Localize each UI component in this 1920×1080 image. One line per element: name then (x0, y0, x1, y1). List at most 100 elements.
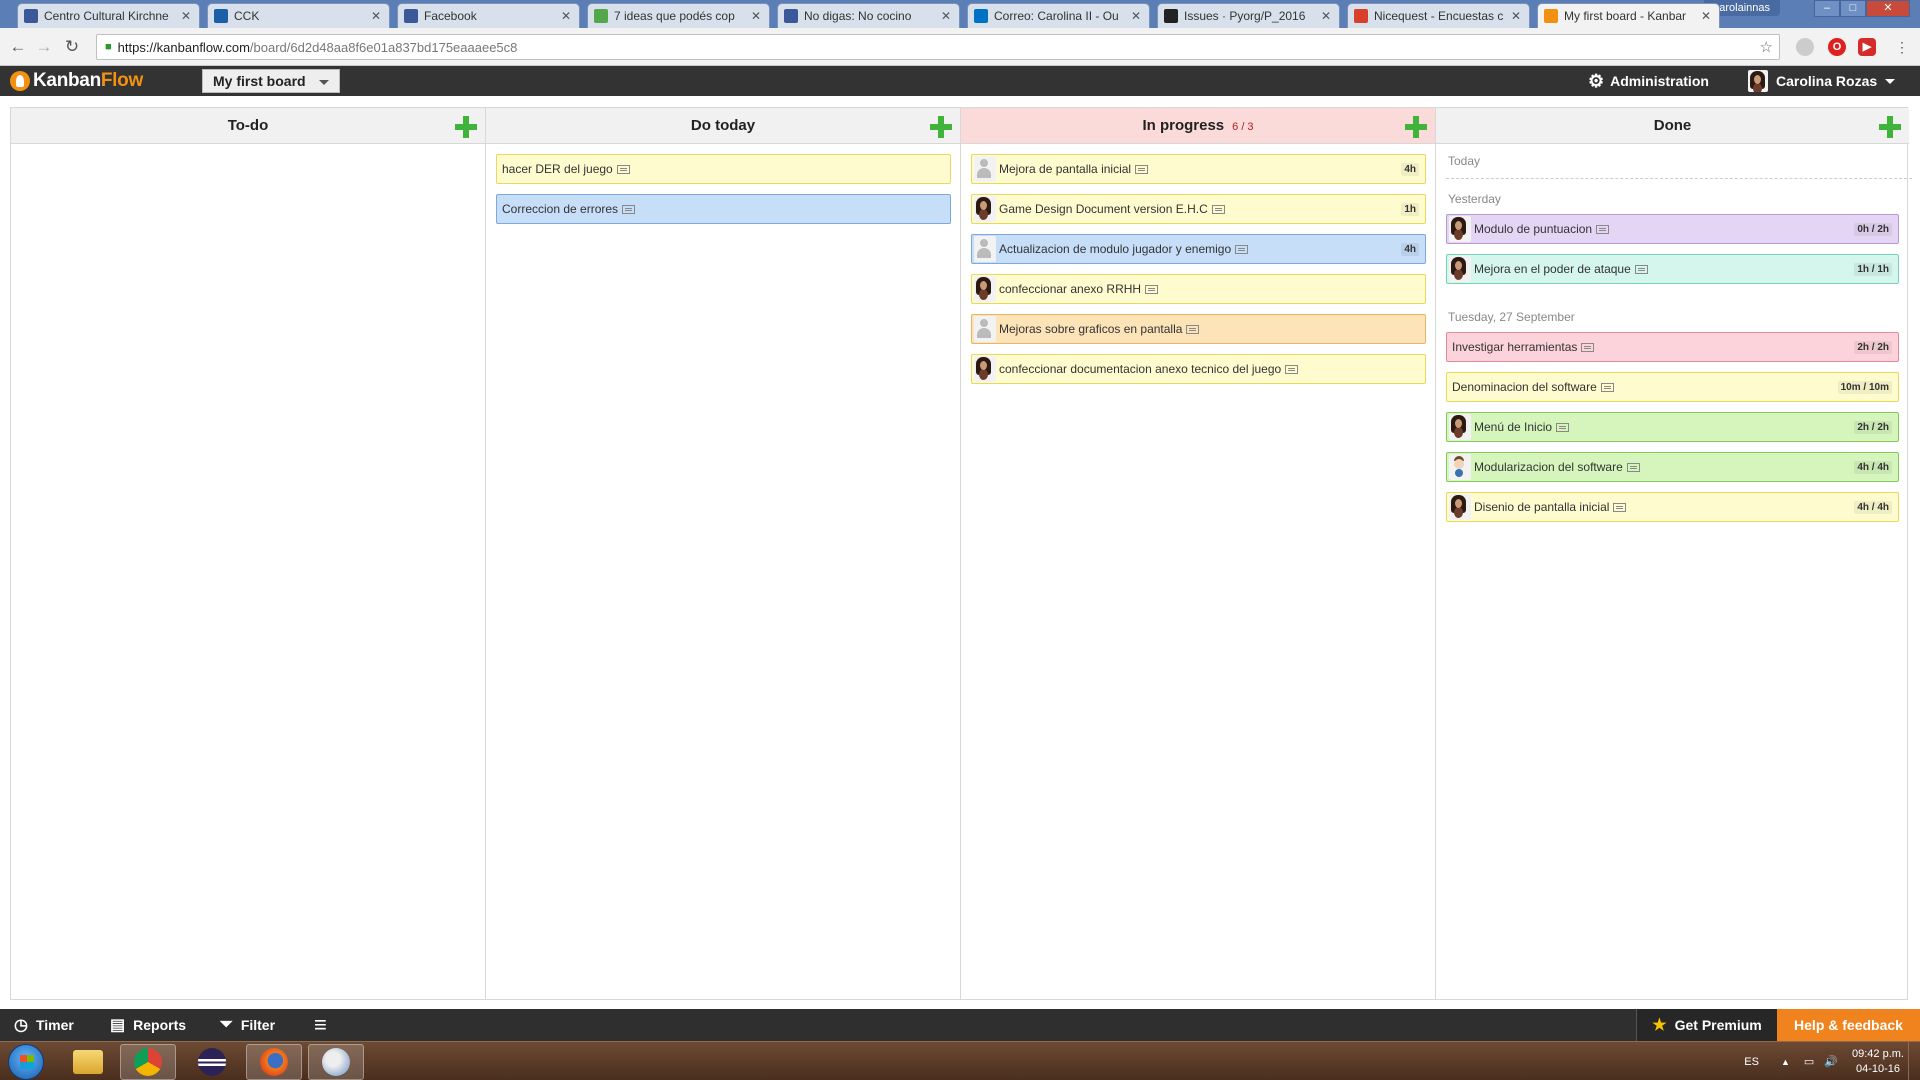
task-card[interactable]: Menú de Inicio 2h / 2h (1446, 412, 1899, 442)
column-header: To-do (11, 108, 485, 144)
task-assignee-avatar (974, 236, 996, 262)
administration-label: Administration (1610, 73, 1709, 89)
browser-tab-title: Issues · Pyorg/P_2016 (1184, 9, 1306, 23)
browser-tab[interactable]: No digas: No cocino ✕ (777, 3, 960, 28)
task-name: Denominacion del software (1452, 380, 1597, 394)
task-card[interactable]: Correccion de errores (496, 194, 951, 224)
github-icon (1164, 9, 1178, 23)
close-window-button[interactable]: ✕ (1866, 0, 1910, 17)
close-tab-icon[interactable]: ✕ (749, 9, 763, 23)
kanban-board: To-do Do today hacer DER del juego Correc… (10, 107, 1912, 1000)
language-indicator[interactable]: ES (1744, 1056, 1759, 1068)
cloud-extension-icon[interactable] (1796, 38, 1814, 56)
document-icon (594, 9, 608, 23)
task-card[interactable]: Mejora de pantalla inicial 4h (971, 154, 1426, 184)
windows-taskbar: ES ▲ ▭ 🔊 09:42 p.m. 04-10-16 (0, 1041, 1920, 1080)
task-time-estimate: 4h (1401, 163, 1419, 176)
star-icon: ★ (1652, 1017, 1667, 1034)
eclipse-taskbar-icon[interactable] (184, 1044, 240, 1080)
system-tray: ES ▲ ▭ 🔊 09:42 p.m. 04-10-16 (1744, 1042, 1904, 1080)
timer-button[interactable]: ◷ Timer (14, 1009, 74, 1041)
back-arrow-icon[interactable]: ← (8, 37, 28, 57)
task-description-icon (1613, 502, 1627, 512)
task-assignee-avatar (1449, 454, 1471, 480)
task-name: Actualizacion de modulo jugador y enemig… (999, 242, 1232, 256)
task-card[interactable]: Modularizacion del software 4h / 4h (1446, 452, 1899, 482)
kanbanflow-flame-icon (10, 71, 30, 91)
task-card[interactable]: confeccionar anexo RRHH (971, 274, 1426, 304)
reports-button[interactable]: ▤ Reports (110, 1009, 186, 1041)
task-card[interactable]: Mejora en el poder de ataque 1h / 1h (1446, 254, 1899, 284)
task-card[interactable]: confeccionar documentacion anexo tecnico… (971, 354, 1426, 384)
browser-tab[interactable]: Centro Cultural Kirchne ✕ (17, 3, 200, 28)
task-card[interactable]: Actualizacion de modulo jugador y enemig… (971, 234, 1426, 264)
close-tab-icon[interactable]: ✕ (1129, 9, 1143, 23)
board-selector[interactable]: My first board (202, 69, 340, 93)
close-tab-icon[interactable]: ✕ (559, 9, 573, 23)
kanbanflow-logo[interactable]: Kanban Flow (10, 70, 143, 92)
task-card[interactable]: hacer DER del juego (496, 154, 951, 184)
close-tab-icon[interactable]: ✕ (1699, 9, 1713, 23)
paint-taskbar-icon[interactable] (308, 1044, 364, 1080)
close-tab-icon[interactable]: ✕ (1319, 9, 1333, 23)
task-card[interactable]: Mejoras sobre graficos en pantalla (971, 314, 1426, 344)
close-tab-icon[interactable]: ✕ (939, 9, 953, 23)
task-assignee-avatar (974, 196, 996, 222)
network-icon[interactable]: ▭ (1804, 1055, 1814, 1068)
timer-label: Timer (35, 1017, 74, 1033)
browser-tab-title: CCK (234, 9, 260, 23)
task-description-icon (1186, 324, 1200, 334)
lock-icon: ■ (105, 41, 112, 53)
address-bar[interactable]: ■ https://kanbanflow.com/board/6d2d48aa8… (96, 34, 1780, 60)
filter-button[interactable]: ⏷ Filter (220, 1009, 275, 1041)
maximize-window-button[interactable]: □ (1840, 0, 1866, 17)
url-path: /board/6d2d48aa8f6e01a837bd175eaaaee5c8 (249, 39, 518, 55)
opera-extension-icon[interactable]: O (1828, 38, 1846, 56)
show-desktop-button[interactable] (1908, 1042, 1920, 1080)
reload-icon[interactable]: ↻ (62, 37, 82, 57)
bookmark-star-icon[interactable]: ☆ (1760, 38, 1773, 56)
add-task-plus-icon[interactable] (455, 116, 477, 138)
browser-tab[interactable]: Facebook ✕ (397, 3, 580, 28)
chrome-taskbar-icon[interactable] (120, 1044, 176, 1080)
task-card[interactable]: Game Design Document version E.H.C 1h (971, 194, 1426, 224)
windows-start-button[interactable] (8, 1044, 44, 1080)
browser-tab[interactable]: My first board - Kanbar ✕ (1537, 3, 1720, 28)
show-hidden-icons-icon[interactable]: ▲ (1781, 1057, 1790, 1067)
file-explorer-taskbar-icon[interactable] (60, 1044, 116, 1080)
column-done: Done Today Yesterday Modulo de puntuacion 0… (1436, 108, 1912, 999)
column-do-today: Do today hacer DER del juego Correccion d… (486, 108, 961, 999)
browser-tab-title: My first board - Kanbar (1564, 9, 1687, 23)
hamburger-menu-icon[interactable]: ≡ (314, 1009, 327, 1041)
minimize-window-button[interactable]: – (1814, 0, 1840, 17)
close-tab-icon[interactable]: ✕ (179, 9, 193, 23)
task-name: Game Design Document version E.H.C (999, 202, 1208, 216)
task-card[interactable]: Modulo de puntuacion 0h / 2h (1446, 214, 1899, 244)
help-feedback-button[interactable]: Help & feedback (1777, 1009, 1920, 1041)
task-card[interactable]: Denominacion del software 10m / 10m (1446, 372, 1899, 402)
logo-text-flow: Flow (100, 70, 143, 91)
eclipse-icon (198, 1048, 226, 1076)
close-tab-icon[interactable]: ✕ (1509, 9, 1523, 23)
browser-tab[interactable]: CCK ✕ (207, 3, 390, 28)
system-clock[interactable]: 09:42 p.m. 04-10-16 (1852, 1047, 1904, 1077)
firefox-taskbar-icon[interactable] (246, 1044, 302, 1080)
browser-tab[interactable]: Issues · Pyorg/P_2016 ✕ (1157, 3, 1340, 28)
task-card[interactable]: Disenio de pantalla inicial 4h / 4h (1446, 492, 1899, 522)
browser-tab[interactable]: Nicequest - Encuestas c ✕ (1347, 3, 1530, 28)
browser-tab[interactable]: Correo: Carolina II - Ou ✕ (967, 3, 1150, 28)
add-task-plus-icon[interactable] (1879, 116, 1901, 138)
get-premium-button[interactable]: ★ Get Premium (1636, 1009, 1777, 1041)
chrome-menu-icon[interactable]: ⋮ (1892, 37, 1912, 57)
task-card[interactable]: Investigar herramientas 2h / 2h (1446, 332, 1899, 362)
close-tab-icon[interactable]: ✕ (369, 9, 383, 23)
add-task-plus-icon[interactable] (1405, 116, 1427, 138)
add-task-plus-icon[interactable] (930, 116, 952, 138)
forward-arrow-icon[interactable]: → (34, 37, 54, 57)
browser-tab[interactable]: 7 ideas que podés cop ✕ (587, 3, 770, 28)
folder-icon (73, 1050, 103, 1074)
administration-button[interactable]: ⚙ Administration (1588, 72, 1709, 90)
video-extension-icon[interactable]: ▶ (1858, 38, 1876, 56)
user-menu-button[interactable]: Carolina Rozas (1748, 70, 1896, 92)
volume-icon[interactable]: 🔊 (1824, 1055, 1838, 1068)
